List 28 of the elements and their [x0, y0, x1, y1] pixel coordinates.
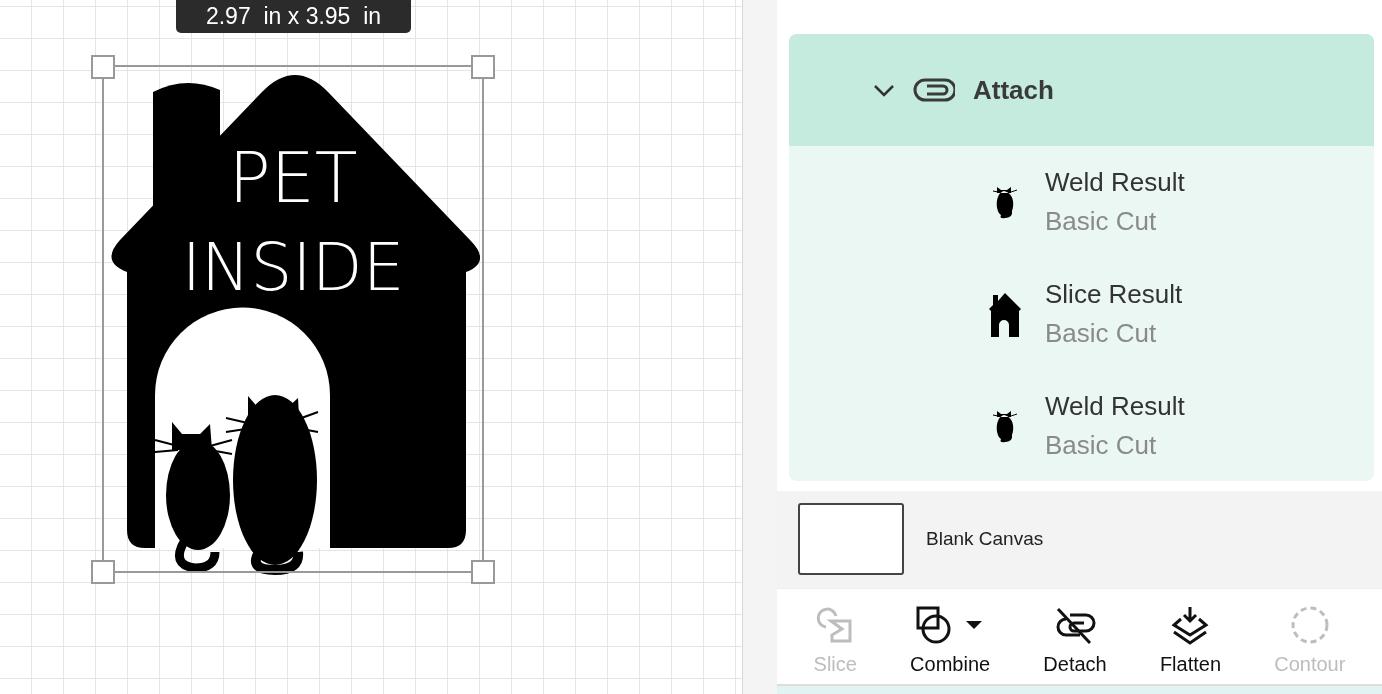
- flatten-icon: [1171, 605, 1210, 646]
- house-icon: [987, 291, 1023, 337]
- layer-operation: Basic Cut: [1045, 318, 1158, 349]
- layer-row[interactable]: Slice Result Basic Cut: [789, 258, 1374, 370]
- layer-group-header[interactable]: Attach: [789, 34, 1374, 146]
- chevron-icon[interactable]: [873, 83, 895, 97]
- layer-name: Weld Result: [1045, 167, 1185, 198]
- design-text: PET: [228, 137, 358, 219]
- combine-button[interactable]: Combine: [910, 605, 991, 685]
- paperclip-icon: [913, 78, 955, 102]
- cat-icon: [993, 185, 1017, 219]
- group-title: Attach: [973, 74, 1054, 106]
- cat-icon: [993, 409, 1017, 443]
- size-tooltip: 2.97 in x 3.95 in: [176, 0, 411, 33]
- layer-row[interactable]: Weld Result Basic Cut: [789, 146, 1374, 258]
- detach-icon: [1054, 607, 1096, 646]
- layer-row[interactable]: Weld Result Basic Cut: [789, 370, 1374, 481]
- layer-operation: Basic Cut: [1045, 430, 1158, 461]
- contour-icon: [1289, 605, 1330, 646]
- layer-operation: Basic Cut: [1045, 206, 1158, 237]
- layer-name: Weld Result: [1045, 391, 1185, 422]
- layer-name: Slice Result: [1045, 279, 1183, 310]
- flatten-button[interactable]: Flatten: [1159, 605, 1222, 685]
- slice-icon: [816, 607, 855, 646]
- layer-name: Blank Canvas: [926, 528, 1044, 551]
- detach-button[interactable]: Detach: [1043, 607, 1107, 685]
- design-text: INSIDE: [181, 229, 405, 306]
- canvas-layer-row[interactable]: Blank Canvas: [777, 490, 1382, 589]
